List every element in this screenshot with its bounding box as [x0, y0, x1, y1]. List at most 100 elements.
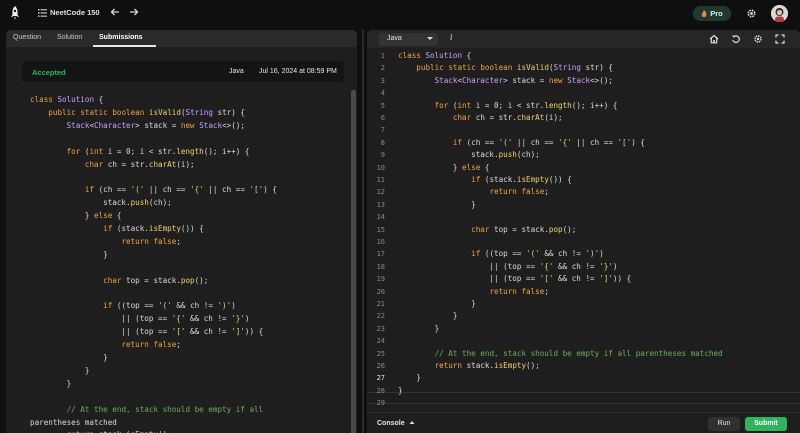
line-number: 27: [376, 374, 385, 383]
tab-solution[interactable]: Solution: [57, 34, 82, 41]
reset-icon[interactable]: [731, 34, 741, 44]
line-number: 19: [376, 275, 385, 284]
line-number: 15: [376, 225, 385, 234]
user-avatar[interactable]: [771, 5, 788, 22]
code-line: || (top == '{' && ch != '}'): [30, 314, 250, 324]
line-number: 17: [376, 250, 385, 259]
left-scrollbar-thumb[interactable]: [351, 90, 356, 433]
code-line[interactable]: stack.push(ch);: [398, 149, 540, 161]
code-line: return false;: [121, 340, 181, 350]
status-badge: Accepted: [32, 68, 66, 77]
code-line[interactable]: char ch = str.charAt(i);: [398, 112, 563, 124]
line-number: 10: [376, 163, 385, 172]
code-line[interactable]: return stack.isEmpty();: [398, 360, 540, 372]
code-line[interactable]: }: [398, 372, 421, 384]
next-problem-button[interactable]: [128, 7, 140, 19]
info-icon[interactable]: i: [450, 33, 453, 42]
line-number: 2: [380, 64, 385, 73]
editor-header: Java i: [367, 30, 800, 48]
line-number: 11: [376, 176, 385, 184]
console-toggle-button[interactable]: Console: [377, 420, 415, 427]
avatar-image: [771, 5, 788, 22]
editor-panel: Java i 1 2 3 4 5 6 7 8 9 10 11 12 13 14 15 16 17 18 19 20 21…: [367, 30, 800, 433]
code-line: }: [30, 353, 108, 362]
line-number: 24: [376, 337, 385, 346]
code-line: class Solution {: [30, 95, 104, 104]
code-line: }: [30, 378, 72, 388]
code-line[interactable]: if (ch == '(' || ch == '{' || ch == '[')…: [398, 137, 645, 149]
line-number: 13: [376, 200, 385, 209]
console-label: Console: [377, 420, 405, 427]
code-line[interactable]: || (top == '{' && ch != '}'): [398, 261, 617, 273]
line-number: 9: [380, 151, 385, 160]
problem-list-icon[interactable]: [38, 9, 47, 17]
code-line: || (top == '[' && ch != ']')) {: [30, 327, 264, 337]
prev-problem-button[interactable]: [109, 7, 121, 19]
code-line[interactable]: if (stack.isEmpty()) {: [398, 174, 572, 186]
tab-submissions[interactable]: Submissions: [99, 34, 143, 41]
tab-question[interactable]: Question: [13, 34, 41, 41]
line-number: 8: [380, 138, 385, 147]
code-line[interactable]: }: [398, 323, 440, 335]
code-line[interactable]: }: [398, 385, 403, 397]
language-select[interactable]: Java: [379, 33, 438, 46]
code-line[interactable]: if ((top == '(' && ch != ')'): [398, 248, 604, 260]
submit-button[interactable]: Submit: [745, 417, 787, 431]
code-line: if (ch == '(' || ch == '{' || ch == '[')…: [84, 185, 277, 195]
code-line[interactable]: }: [398, 199, 476, 211]
editor-bottom-bar: Console Run Submit: [367, 412, 800, 433]
panel-divider[interactable]: [362, 30, 364, 433]
line-number: 22: [376, 312, 385, 321]
code-line: }: [30, 365, 90, 375]
code-line[interactable]: // At the end, stack should be empty if …: [398, 348, 723, 360]
code-line[interactable]: Stack<Character> stack = new Stack<>();: [398, 75, 613, 87]
code-line: public static boolean isValid(String str…: [48, 107, 245, 117]
code-line: char ch = str.charAt(i);: [84, 159, 195, 169]
rocket-logo-icon[interactable]: [10, 6, 20, 20]
code-line: for (int i = 0; i < str.length(); i++) {: [66, 146, 250, 156]
settings-gear-icon[interactable]: [746, 8, 757, 19]
top-bar: NeetCode 150 Pro: [0, 0, 800, 28]
pro-badge[interactable]: Pro: [693, 6, 731, 21]
left-tab-bar: Question Solution Submissions: [6, 30, 357, 47]
active-tab-indicator: [93, 45, 156, 47]
left-panel: Question Solution Submissions Accepted J…: [6, 30, 357, 433]
code-line: char top = stack.pop();: [103, 275, 209, 285]
code-line: return false;: [121, 236, 181, 246]
submission-timestamp: Jul 16, 2024 at 08:59 PM: [259, 68, 337, 75]
line-number: 29: [376, 399, 385, 408]
code-line: // At the end, stack should be empty if …: [66, 404, 264, 414]
code-line[interactable]: public static boolean isValid(String str…: [398, 62, 613, 74]
code-line[interactable]: class Solution {: [398, 50, 471, 62]
chevron-down-icon: [427, 37, 433, 40]
line-number: 16: [376, 238, 385, 246]
code-line[interactable]: for (int i = 0; i < str.length(); i++) {: [398, 100, 618, 112]
code-line: parentheses matched: [30, 417, 117, 427]
home-icon[interactable]: [709, 34, 719, 44]
arrow-left-icon: [110, 8, 119, 16]
line-number: 1: [380, 52, 385, 60]
language-select-value: Java: [387, 35, 402, 42]
line-number: 14: [376, 213, 385, 222]
line-number: 25: [376, 349, 385, 358]
line-number-gutter: 1 2 3 4 5 6 7 8 9 10 11 12 13 14 15 16 17 18 19 20 21 22 23 24 2…: [367, 50, 389, 430]
code-line[interactable]: }: [398, 310, 458, 322]
code-line[interactable]: } else {: [398, 162, 490, 174]
line-number: 21: [376, 300, 385, 308]
run-button[interactable]: Run: [708, 417, 740, 431]
fullscreen-icon[interactable]: [775, 34, 785, 44]
code-line[interactable]: return false;: [398, 286, 548, 298]
problem-list-title[interactable]: NeetCode 150: [50, 8, 100, 17]
editor-settings-icon[interactable]: [753, 34, 763, 44]
code-line[interactable]: char top = stack.pop();: [398, 224, 576, 236]
code-line: }: [30, 249, 108, 259]
code-line[interactable]: return false;: [398, 186, 548, 198]
code-line[interactable]: || (top == '[' && ch != ']')) {: [398, 273, 631, 285]
flame-icon: [701, 9, 707, 17]
pro-label: Pro: [710, 9, 723, 18]
code-line[interactable]: }: [398, 298, 476, 310]
line-number: 18: [376, 262, 385, 271]
submission-result-card[interactable]: Accepted Java Jul 16, 2024 at 08:59 PM: [22, 61, 344, 82]
line-number: 7: [380, 126, 385, 135]
code-line: if ((top == '(' && ch != ')'): [103, 301, 236, 311]
